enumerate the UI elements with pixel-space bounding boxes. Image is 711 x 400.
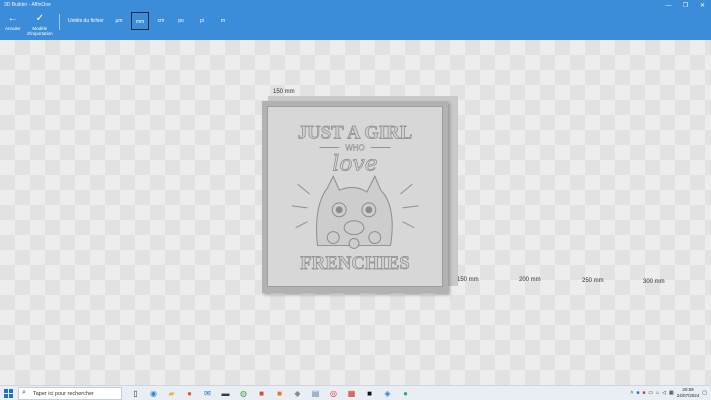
clock-time: 20:59 [682,387,694,392]
app-icon[interactable]: ◎ [326,387,341,400]
system-tray: ˄ ■ ■ ▭ ⌂ ◁ ▦ 20:59 24/07/2024 ▢ [630,387,707,398]
app-icon[interactable]: ▦ [344,387,359,400]
task-view-icon[interactable]: ▯ [128,387,143,400]
windows-logo-icon [4,394,8,398]
mail-icon[interactable]: ✉ [200,387,215,400]
file-units-label: Unités du fichier [68,18,104,24]
edge-icon[interactable]: ◉ [146,387,161,400]
taskbar-apps: ▯ ◉ ▰ ● ✉ ▬ ◍ ■ ■ ◆ ▤ ◎ ▦ ■ ◈ ● [128,387,413,400]
app-icon[interactable]: ■ [362,387,377,400]
tray-app-icon[interactable]: ▭ [648,390,653,396]
windows-logo-icon [9,389,13,393]
relief-artwork: JUST A GIRL WHO love FRENCHIES [291,122,419,275]
unit-inch-button[interactable]: po [172,12,190,30]
import-label: Modèle d'importation [27,26,53,36]
window-title: 3D Builder - AffinOne [4,2,51,8]
file-explorer-icon[interactable]: ▰ [164,387,179,400]
app-icon[interactable]: ▬ [218,387,233,400]
taskbar-search-box[interactable]: ⌕ Taper ici pour rechercher [18,387,122,400]
ruler-label-top: 150 mm [273,89,295,95]
unit-meter-button[interactable]: m [214,12,232,30]
art-line3: love [332,151,377,176]
3d-model-plaque[interactable]: JUST A GIRL WHO love FRENCHIES [262,101,448,293]
app-icon[interactable]: ◆ [290,387,305,400]
arrow-left-icon: ← [7,13,18,24]
unit-centimeter-button[interactable]: cm [152,12,170,30]
ruler-label-250: 250 mm [582,278,604,284]
chrome-icon[interactable]: ◍ [236,387,251,400]
ruler-label-300: 300 mm [643,279,665,285]
notifications-icon[interactable]: ▢ [702,390,707,396]
volume-icon[interactable]: ◁ [662,390,666,396]
chevron-up-icon[interactable]: ˄ [630,390,633,396]
clock-date: 24/07/2024 [676,392,700,398]
undo-button[interactable]: ← Annuler [5,13,21,32]
unit-millimeter-button[interactable]: mm [131,12,149,30]
unit-micrometer-button[interactable]: µm [110,12,128,30]
import-label-line2: d'importation [27,31,53,36]
toolbar-divider [59,14,60,30]
art-line1: JUST A GIRL [298,123,412,144]
model-relief-area: JUST A GIRL WHO love FRENCHIES [267,106,443,287]
window-controls: — ❐ ✕ [660,0,711,12]
art-line4: FRENCHIES [300,253,410,274]
network-icon[interactable]: ⌂ [656,390,659,396]
search-icon: ⌕ [22,389,26,396]
windows-logo-icon [4,389,8,393]
firefox-icon[interactable]: ● [182,387,197,400]
import-model-button[interactable]: ✓ Modèle d'importation [27,13,53,37]
app-icon[interactable]: ■ [254,387,269,400]
ruler-label-150: 150 mm [457,277,479,283]
close-button[interactable]: ✕ [694,0,711,12]
checkmark-icon: ✓ [35,13,44,24]
search-placeholder: Taper ici pour rechercher [33,391,94,397]
tray-app-icon[interactable]: ■ [642,390,645,396]
app-icon[interactable]: ▤ [308,387,323,400]
windows-logo-icon [9,394,13,398]
tray-app-icon[interactable]: ■ [636,390,639,396]
app-window: 3D Builder - AffinOne — ❐ ✕ ← Annuler ✓ … [0,0,711,385]
maximize-button[interactable]: ❐ [677,0,694,12]
minimize-button[interactable]: — [660,0,677,12]
undo-label: Annuler [5,26,21,31]
spotify-icon[interactable]: ● [398,387,413,400]
windows-start-button[interactable] [4,389,13,398]
app-icon[interactable]: ■ [272,387,287,400]
title-toolbar: 3D Builder - AffinOne — ❐ ✕ ← Annuler ✓ … [0,0,711,40]
3d-builder-icon[interactable]: ◈ [380,387,395,400]
taskbar: ⌕ Taper ici pour rechercher ▯ ◉ ▰ ● ✉ ▬ … [0,385,711,400]
ruler-label-200: 200 mm [519,277,541,283]
keyboard-icon[interactable]: ▦ [669,390,674,396]
art-dogs [316,175,393,249]
unit-foot-button[interactable]: pi [193,12,211,30]
clock[interactable]: 20:59 24/07/2024 [677,387,700,398]
